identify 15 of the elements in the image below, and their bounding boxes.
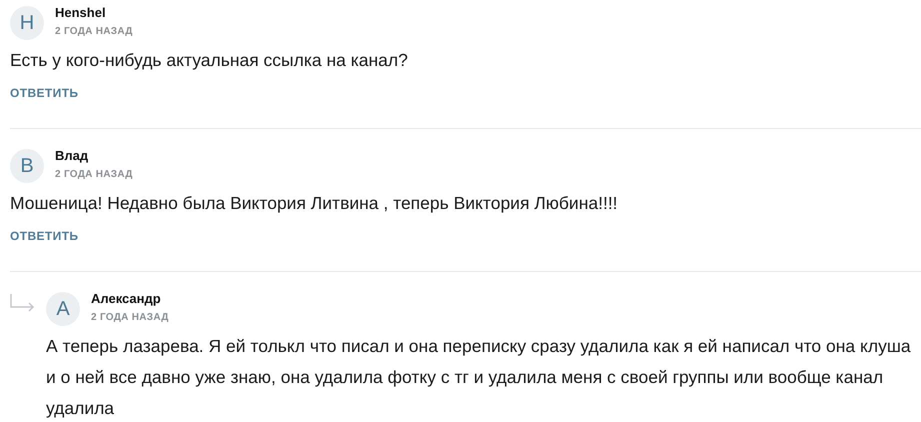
comment-text: Есть у кого-нибудь актуальная ссылка на канал? xyxy=(10,49,409,72)
comment-time: 2 ГОДА НАЗАД xyxy=(55,26,133,37)
author-name: Влад xyxy=(55,148,90,163)
comment-text: А теперь лазарева. Я ей толькл что писал и она переписку сразу удалила как я ей написал что она клуша и о ней все давно уже знаю, она удалила фотку с тг и удалила меня с своей группы или вообще канал удалила xyxy=(46,335,912,420)
reply-button[interactable]: ОТВЕТИТЬ xyxy=(10,229,78,243)
author-name: Henshel xyxy=(55,5,107,20)
comment-time: 2 ГОДА НАЗАД xyxy=(91,312,169,323)
avatar-circle: А xyxy=(46,292,80,326)
reply-button[interactable]: ОТВЕТИТЬ xyxy=(10,86,78,100)
avatar-circle: H xyxy=(10,6,44,40)
reply-arrow-icon xyxy=(10,294,36,314)
author-name: Александр xyxy=(91,291,162,306)
comment-time: 2 ГОДА НАЗАД xyxy=(55,169,133,180)
comment-text: Мошеница! Недавно была Виктория Литвина , теперь Виктория Любина!!!! xyxy=(10,192,619,215)
avatar-circle: В xyxy=(10,149,44,183)
